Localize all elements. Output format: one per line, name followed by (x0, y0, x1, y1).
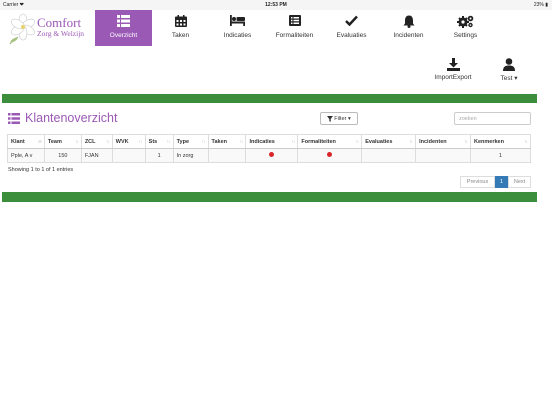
search-input[interactable] (454, 112, 531, 125)
cell-evaluaties (361, 148, 417, 163)
clock: 12:53 PM (265, 2, 287, 8)
cell-type: In zorg (172, 148, 209, 163)
nav-settings[interactable]: Settings (437, 10, 494, 46)
flower-icon (9, 13, 35, 45)
sort-icon: ↑↓ (138, 139, 143, 145)
cell-wvk (111, 148, 146, 163)
nav-indicaties[interactable]: Indicaties (209, 10, 266, 46)
page-1-button[interactable]: 1 (495, 176, 508, 188)
nav-overzicht[interactable]: Overzicht (95, 10, 152, 46)
sort-icon: ↑↓ (105, 139, 110, 145)
nav-incidenten[interactable]: Incidenten (380, 10, 437, 46)
nav-taken[interactable]: Taken (152, 10, 209, 46)
status-bar: Carrier ❤ 12:53 PM 23% ▮ (0, 0, 552, 10)
sort-icon: ↑↓ (166, 139, 171, 145)
import-export-button[interactable]: ImportExport (428, 58, 478, 81)
list-icon (8, 112, 20, 124)
next-page-button[interactable]: Next (508, 176, 531, 188)
nav-label: Incidenten (393, 32, 424, 39)
column-header-taken[interactable]: Taken ↑↓ (207, 134, 247, 149)
table-row[interactable]: Pple, A v 150 FJAN 1 In zorg 1 (7, 148, 531, 163)
filter-button[interactable]: Filter ▾ (320, 112, 358, 125)
cell-incidenten (415, 148, 471, 163)
column-header-indicaties[interactable]: Indicaties ↑↓ (245, 134, 299, 149)
user-icon (484, 58, 534, 72)
column-header-type[interactable]: Type ↑↓ (172, 134, 209, 149)
column-header-evaluaties[interactable]: Evaluaties ↑↓ (361, 134, 417, 149)
bell-icon (380, 15, 437, 29)
page-title: Klantenoverzicht (8, 111, 117, 125)
calendar-icon (152, 15, 209, 29)
column-header-sts[interactable]: Sts ↑↓ (144, 134, 174, 149)
column-header-wvk[interactable]: WVK ↑↓ (111, 134, 146, 149)
brand-logo[interactable]: Comfort Zorg & Welzijn (6, 11, 94, 47)
nav-label: Taken (171, 32, 190, 39)
sort-icon: ↑↓ (409, 139, 413, 145)
import-export-label: ImportExport (434, 74, 472, 81)
column-header-incidenten[interactable]: Incidenten ↑↓ (415, 134, 471, 149)
cell-kenmerken: 1 (470, 148, 531, 163)
sort-icon: ↑↓ (355, 139, 359, 145)
nav-label: Evaluaties (336, 32, 367, 39)
column-header-zcl[interactable]: ZCL ↑↓ (80, 134, 113, 149)
divider-bar-top (2, 94, 537, 103)
previous-page-button[interactable]: Previous (460, 176, 495, 188)
filter-icon (327, 115, 334, 122)
page-title-text: Klantenoverzicht (25, 111, 118, 125)
cell-indicaties[interactable] (245, 148, 299, 163)
column-header-team[interactable]: Team ↑↓ (43, 134, 82, 149)
entries-info: Showing 1 to 1 of 1 entries (8, 167, 74, 173)
cell-zcl: FJAN (80, 148, 113, 163)
cell-klant[interactable]: Pple, A v (7, 148, 45, 163)
cell-team: 150 (43, 148, 82, 163)
gears-icon (437, 15, 494, 29)
filter-label: Filter ▾ (334, 115, 351, 122)
column-header-kenmerken[interactable]: Kenmerken ↑↓ (470, 134, 531, 149)
sort-asc-icon: ↓≡ (37, 139, 42, 145)
sort-icon: ↑↓ (201, 139, 206, 145)
bed-icon (209, 15, 266, 29)
nav-label: Formaliteiten (275, 32, 314, 39)
nav-formaliteiten[interactable]: Formaliteiten (266, 10, 323, 46)
cell-formaliteiten[interactable] (297, 148, 363, 163)
nav-label: Settings (453, 32, 478, 39)
battery-indicator: 23% ▮ (533, 2, 548, 8)
pagination: Previous 1 Next (460, 176, 531, 188)
red-dot-icon (269, 152, 275, 157)
cell-taken (207, 148, 247, 163)
sort-icon: ↑↓ (291, 139, 295, 145)
divider-bar-bottom (2, 192, 537, 202)
table-header-row: Klant ↓≡ Team ↑↓ ZCL ↑↓ WVK ↑↓ Sts ↑↓ Type ↑↓ … (7, 134, 531, 149)
cell-sts: 1 (144, 148, 174, 163)
list-alt-icon (266, 15, 323, 29)
check-icon (323, 15, 380, 29)
clients-table: Klant ↓≡ Team ↑↓ ZCL ↑↓ WVK ↑↓ Sts ↑↓ Type ↑↓ … (7, 134, 531, 163)
sort-icon: ↑↓ (464, 139, 468, 145)
nav-evaluaties[interactable]: Evaluaties (323, 10, 380, 46)
user-menu-label: Test ▾ (500, 75, 518, 82)
user-menu-button[interactable]: Test ▾ (484, 58, 534, 82)
sort-icon: ↑↓ (524, 139, 528, 145)
column-header-formaliteiten[interactable]: Formaliteiten ↑↓ (297, 134, 363, 149)
list-icon (95, 15, 152, 29)
red-dot-icon (327, 152, 333, 157)
download-icon (428, 58, 478, 72)
sort-icon: ↑↓ (239, 139, 243, 145)
brand-tagline: Zorg & Welzijn (37, 29, 85, 38)
sort-icon: ↑↓ (74, 139, 79, 145)
column-header-klant[interactable]: Klant ↓≡ (7, 134, 45, 149)
nav-label: Overzicht (109, 32, 138, 39)
nav-label: Indicaties (223, 32, 252, 39)
